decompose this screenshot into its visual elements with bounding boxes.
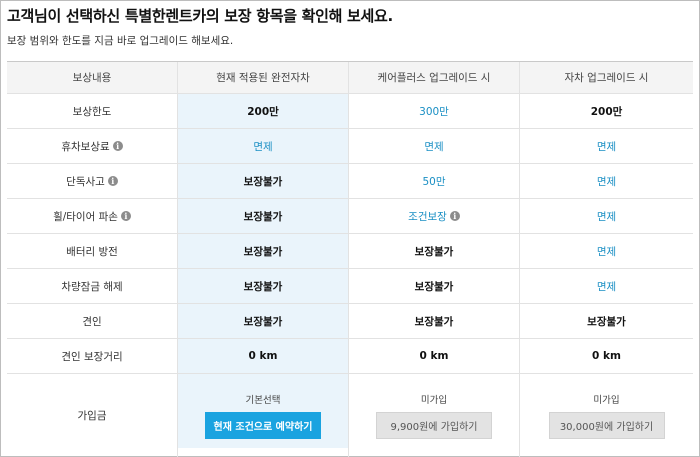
table-row: 휴차보상료 i 면제 면제 면제 xyxy=(7,129,693,164)
row-label: 차량잠금 해제 xyxy=(7,269,177,303)
selfcar-value: 보장불가 xyxy=(519,304,693,338)
careplus-value: 보장불가 xyxy=(348,269,519,303)
subscription-row: 가입금 기본선택 현재 조건으로 예약하기 미가입 9,900원에 가입하기 미… xyxy=(7,374,693,457)
table-row: 차량잠금 해제 보장불가 보장불가 면제 xyxy=(7,269,693,304)
header-selfcar-upgrade: 자차 업그레이드 시 xyxy=(519,62,693,93)
reserve-current-button[interactable]: 현재 조건으로 예약하기 xyxy=(205,412,321,439)
current-plan-value: 보장불가 xyxy=(177,164,348,198)
info-icon[interactable]: i xyxy=(120,211,131,221)
table-row: 견인 보장불가 보장불가 보장불가 xyxy=(7,304,693,339)
table-row: 배터리 방전 보장불가 보장불가 면제 xyxy=(7,234,693,269)
row-label-text: 보상한도 xyxy=(72,105,112,118)
table-row: 휠/타이어 파손 i 보장불가 조건보장 i 면제 xyxy=(7,199,693,234)
header-current-plan: 현재 적용된 완전자차 xyxy=(177,62,348,93)
careplus-subscription: 미가입 9,900원에 가입하기 xyxy=(348,374,519,457)
selfcar-value: 200만 xyxy=(519,94,693,128)
careplus-value: 조건보장 i xyxy=(348,199,519,233)
table-header-row: 보상내용 현재 적용된 완전자차 케어플러스 업그레이드 시 자차 업그레이드 … xyxy=(7,62,693,94)
current-plan-value: 보장불가 xyxy=(177,199,348,233)
careplus-value: 0 km xyxy=(348,339,519,373)
row-label: 견인 xyxy=(7,304,177,338)
row-label-text: 배터리 방전 xyxy=(66,245,118,258)
row-label-text: 견인 xyxy=(82,315,102,328)
careplus-value: 보장불가 xyxy=(348,304,519,338)
row-label-text: 휠/타이어 파손 xyxy=(53,210,118,223)
selfcar-value: 면제 xyxy=(519,269,693,303)
row-label: 휴차보상료 i xyxy=(7,129,177,163)
current-plan-value: 보장불가 xyxy=(177,304,348,338)
row-label-text: 단독사고 xyxy=(66,175,105,188)
coverage-table: 보상내용 현재 적용된 완전자차 케어플러스 업그레이드 시 자차 업그레이드 … xyxy=(7,61,693,457)
row-label: 견인 보장거리 xyxy=(7,339,177,373)
selfcar-value: 면제 xyxy=(519,129,693,163)
current-plan-subscription: 기본선택 현재 조건으로 예약하기 xyxy=(177,374,348,457)
selfcar-join-button[interactable]: 30,000원에 가입하기 xyxy=(548,412,665,439)
info-icon[interactable]: i xyxy=(107,176,118,186)
selfcar-value: 면제 xyxy=(519,164,693,198)
careplus-value: 300만 xyxy=(348,94,519,128)
careplus-status: 미가입 xyxy=(420,395,448,406)
current-plan-value: 면제 xyxy=(177,129,348,163)
row-label: 배터리 방전 xyxy=(7,234,177,268)
table-row: 견인 보장거리 0 km 0 km 0 km xyxy=(7,339,693,374)
subscription-label: 가입금 xyxy=(77,410,107,422)
info-icon[interactable]: i xyxy=(112,141,123,151)
careplus-value: 보장불가 xyxy=(348,234,519,268)
current-plan-value: 200만 xyxy=(177,94,348,128)
table-row: 보상한도 200만 300만 200만 xyxy=(7,94,693,129)
info-icon[interactable]: i xyxy=(449,211,460,221)
table-row: 단독사고 i 보장불가 50만 면제 xyxy=(7,164,693,199)
row-label: 가입금 xyxy=(7,374,177,457)
row-label: 휠/타이어 파손 i xyxy=(7,199,177,233)
current-plan-value: 보장불가 xyxy=(177,269,348,303)
current-plan-status: 기본선택 xyxy=(245,395,281,406)
careplus-join-button[interactable]: 9,900원에 가입하기 xyxy=(376,412,492,439)
row-label: 단독사고 i xyxy=(7,164,177,198)
selfcar-value: 0 km xyxy=(519,339,693,373)
careplus-value: 50만 xyxy=(348,164,519,198)
selfcar-subscription: 미가입 30,000원에 가입하기 xyxy=(519,374,693,457)
header-coverage-item: 보상내용 xyxy=(72,72,112,84)
careplus-value: 면제 xyxy=(348,129,519,163)
row-label-text: 휴차보상료 xyxy=(61,140,110,153)
selfcar-value: 면제 xyxy=(519,199,693,233)
selfcar-status: 미가입 xyxy=(593,395,620,406)
current-plan-value: 0 km xyxy=(177,339,348,373)
page-subtitle: 보장 범위와 한도를 지금 바로 업그레이드 해보세요. xyxy=(7,35,234,47)
page-title: 고객님이 선택하신 특별한렌트카의 보장 항목을 확인해 보세요. xyxy=(7,7,393,25)
header-careplus-upgrade: 케어플러스 업그레이드 시 xyxy=(348,62,519,93)
row-label-text: 차량잠금 해제 xyxy=(61,280,123,293)
row-label: 보상한도 xyxy=(7,94,177,128)
current-plan-value: 보장불가 xyxy=(177,234,348,268)
careplus-value-text: 조건보장 xyxy=(408,210,447,223)
row-label-text: 견인 보장거리 xyxy=(61,350,123,363)
selfcar-value: 면제 xyxy=(519,234,693,268)
